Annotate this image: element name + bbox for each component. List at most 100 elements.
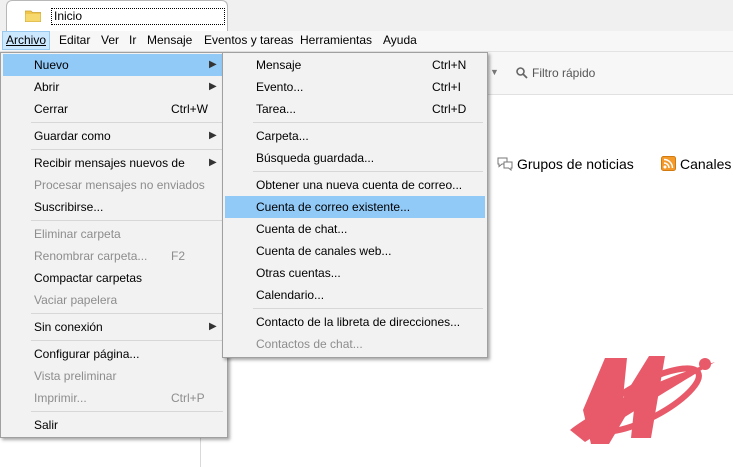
menu-item-label: Cerrar xyxy=(34,102,69,116)
menu-item-eliminar-carpeta: Eliminar carpeta xyxy=(3,223,225,245)
menu-item-procesar-mensajes: Procesar mensajes no enviados xyxy=(3,174,225,196)
menu-item-mensaje[interactable]: Mensaje Ctrl+N xyxy=(225,54,485,76)
menu-item-guardar-como[interactable]: Guardar como ▶ xyxy=(3,125,225,147)
menu-item-label: Guardar como xyxy=(34,129,111,143)
menu-item-label: Vaciar papelera xyxy=(34,293,118,307)
watermark-logo xyxy=(570,356,715,444)
menu-item-obtener-cuenta[interactable]: Obtener una nueva cuenta de correo... xyxy=(225,174,485,196)
menu-item-label: Cuenta de chat... xyxy=(256,222,348,236)
menu-item-compactar-carpetas[interactable]: Compactar carpetas xyxy=(3,267,225,289)
menu-bar: Archivo Editar Ver Ir Mensaje Eventos y … xyxy=(0,31,733,52)
menu-item-label: Configurar página... xyxy=(34,347,140,361)
menu-item-label: Contactos de chat... xyxy=(256,337,363,351)
menu-separator xyxy=(253,308,483,309)
menu-ir[interactable]: Ir xyxy=(126,31,139,50)
newsgroups-label: Grupos de noticias xyxy=(517,156,634,172)
menu-item-label: Cuenta de correo existente... xyxy=(256,200,411,214)
menu-item-calendario[interactable]: Calendario... xyxy=(225,284,485,306)
menu-item-contacto[interactable]: Contacto de la libreta de direcciones... xyxy=(225,311,485,333)
shortcut-label: F2 xyxy=(171,249,186,263)
chevron-right-icon: ▶ xyxy=(209,81,217,92)
menu-item-recibir-mensajes[interactable]: Recibir mensajes nuevos de ▶ xyxy=(3,152,225,174)
menu-item-label: Salir xyxy=(34,418,59,432)
menu-ver[interactable]: Ver xyxy=(98,31,122,50)
menu-item-cuenta-chat[interactable]: Cuenta de chat... xyxy=(225,218,485,240)
menu-editar[interactable]: Editar xyxy=(56,31,93,50)
menu-item-imprimir: Imprimir... Ctrl+P xyxy=(3,387,225,409)
menu-herramientas[interactable]: Herramientas xyxy=(297,31,375,50)
menu-item-sin-conexion[interactable]: Sin conexión ▶ xyxy=(3,316,225,338)
menu-item-cuenta-canales[interactable]: Cuenta de canales web... xyxy=(225,240,485,262)
menu-item-label: Mensaje xyxy=(256,58,302,72)
tab-strip: Inicio xyxy=(0,0,733,32)
menu-item-evento[interactable]: Evento... Ctrl+I xyxy=(225,76,485,98)
menu-item-label: Procesar mensajes no enviados xyxy=(34,178,205,192)
nuevo-submenu: Mensaje Ctrl+N Evento... Ctrl+I Tarea...… xyxy=(222,52,488,358)
menu-separator xyxy=(31,313,223,314)
chevron-right-icon: ▶ xyxy=(209,59,217,70)
menu-separator xyxy=(253,171,483,172)
menu-item-label: Contacto de la libreta de direcciones... xyxy=(256,315,461,329)
menu-separator xyxy=(31,149,223,150)
menu-item-vista-preliminar: Vista preliminar xyxy=(3,365,225,387)
menu-item-label: Búsqueda guardada... xyxy=(256,151,375,165)
chevron-right-icon: ▶ xyxy=(209,321,217,332)
menu-item-label: Cuenta de canales web... xyxy=(256,244,392,258)
menu-item-vaciar-papelera: Vaciar papelera xyxy=(3,289,225,311)
newsgroups-link[interactable]: Grupos de noticias xyxy=(497,156,634,172)
chevron-right-icon: ▶ xyxy=(209,157,217,168)
menu-item-carpeta[interactable]: Carpeta... xyxy=(225,125,485,147)
menu-item-nuevo[interactable]: Nuevo ▶ xyxy=(3,54,225,76)
shortcut-label: Ctrl+P xyxy=(171,391,205,405)
menu-item-configurar-pagina[interactable]: Configurar página... xyxy=(3,343,225,365)
tab-title: Inicio xyxy=(51,8,225,25)
menu-item-cuenta-existente[interactable]: Cuenta de correo existente... xyxy=(225,196,485,218)
feeds-link[interactable]: Canales xyxy=(661,156,731,172)
menu-item-contactos-chat: Contactos de chat... xyxy=(225,333,485,355)
menu-item-label: Nuevo xyxy=(34,58,69,72)
menu-item-label: Sin conexión xyxy=(34,320,103,334)
archivo-menu: Nuevo ▶ Abrir ▶ Cerrar Ctrl+W Guardar co… xyxy=(0,52,228,438)
chevron-down-icon[interactable]: ▼ xyxy=(490,67,499,77)
shortcut-label: Ctrl+I xyxy=(432,80,462,94)
menu-item-label: Otras cuentas... xyxy=(256,266,341,280)
menu-item-busqueda-guardada[interactable]: Búsqueda guardada... xyxy=(225,147,485,169)
menu-item-label: Obtener una nueva cuenta de correo... xyxy=(256,178,463,192)
menu-item-label: Vista preliminar xyxy=(34,369,117,383)
menu-item-label: Recibir mensajes nuevos de xyxy=(34,156,185,170)
menu-archivo-label: Archivo xyxy=(6,33,47,47)
menu-separator xyxy=(31,340,223,341)
menu-archivo[interactable]: Archivo xyxy=(2,31,51,50)
menu-item-abrir[interactable]: Abrir ▶ xyxy=(3,76,225,98)
menu-item-suscribirse[interactable]: Suscribirse... xyxy=(3,196,225,218)
menu-item-label: Evento... xyxy=(256,80,304,94)
menu-item-salir[interactable]: Salir xyxy=(3,414,225,436)
menu-item-label: Tarea... xyxy=(256,102,297,116)
menu-mensaje[interactable]: Mensaje xyxy=(144,31,195,50)
feeds-label: Canales xyxy=(680,156,732,172)
menu-separator xyxy=(31,122,223,123)
folder-icon xyxy=(25,10,41,22)
chevron-right-icon: ▶ xyxy=(209,130,217,141)
menu-item-label: Carpeta... xyxy=(256,129,309,143)
shortcut-label: Ctrl+N xyxy=(432,58,467,72)
rss-icon xyxy=(661,156,676,171)
menu-separator xyxy=(31,411,223,412)
menu-item-label: Abrir xyxy=(34,80,60,94)
quick-filter-label: Filtro rápido xyxy=(532,66,596,80)
shortcut-label: Ctrl+D xyxy=(432,102,467,116)
menu-item-label: Calendario... xyxy=(256,288,325,302)
tab-inicio[interactable]: Inicio xyxy=(6,0,228,32)
menu-separator xyxy=(253,122,483,123)
menu-item-cerrar[interactable]: Cerrar Ctrl+W xyxy=(3,98,225,120)
menu-item-otras-cuentas[interactable]: Otras cuentas... xyxy=(225,262,485,284)
menu-item-label: Suscribirse... xyxy=(34,200,104,214)
menu-eventos-tareas[interactable]: Eventos y tareas xyxy=(201,31,296,50)
menu-item-label: Renombrar carpeta... xyxy=(34,249,148,263)
menu-ayuda[interactable]: Ayuda xyxy=(380,31,420,50)
menu-item-label: Compactar carpetas xyxy=(34,271,143,285)
menu-item-tarea[interactable]: Tarea... Ctrl+D xyxy=(225,98,485,120)
quick-filter[interactable]: Filtro rápido xyxy=(516,66,595,80)
menu-item-label: Imprimir... xyxy=(34,391,87,405)
menu-separator xyxy=(31,220,223,221)
